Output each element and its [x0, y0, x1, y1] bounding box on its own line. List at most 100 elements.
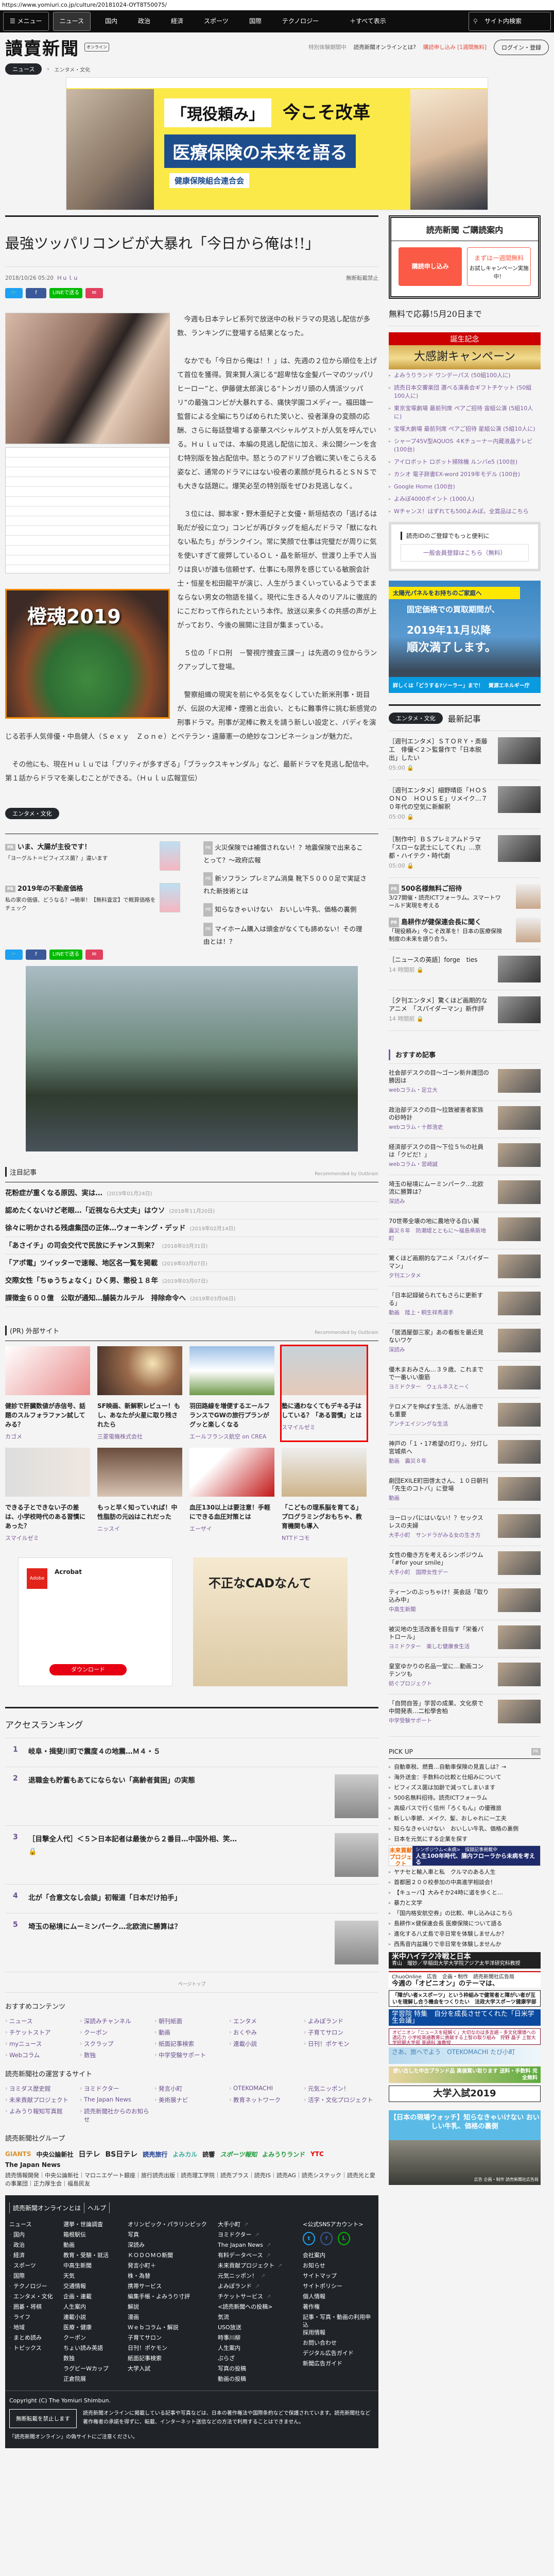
- content-link[interactable]: スクラップ: [80, 2040, 154, 2048]
- footer-link[interactable]: 箱根駅伝: [63, 2231, 128, 2241]
- featured-item[interactable]: 「あさイチ」の司会交代で民放にチャンス到来？ (2018年03月31日): [5, 1237, 378, 1255]
- ranking-item[interactable]: 1 岐阜・揖斐川町で震度４の地震…Ｍ４・５: [5, 1738, 378, 1767]
- prize-link[interactable]: Wチャンス！はずれても500よみぽ。全賞品はこちら: [389, 505, 541, 518]
- footer-link[interactable]: 中高生新聞: [63, 2262, 128, 2272]
- footer-link[interactable]: 教育・受験・就活: [63, 2251, 128, 2262]
- latest-item[interactable]: ［週刊エンタメ］ＳＴＯＲＹ・斎藤工 俳優＜２＞監督作で「日本脱出」したい 05:0…: [389, 731, 541, 780]
- content-link[interactable]: おくやみ: [229, 2028, 304, 2037]
- content-link[interactable]: ニュース: [5, 2017, 80, 2025]
- facebook-share-button[interactable]: f: [26, 288, 46, 298]
- footer-link[interactable]: 発言小町＋: [128, 2262, 218, 2272]
- prize-link[interactable]: Google Home (100台): [389, 481, 541, 493]
- fake-site-warning[interactable]: 「読売新聞オンライン」の偽サイトにご注意ください。: [9, 2432, 374, 2440]
- group-logo[interactable]: GIANTS: [5, 2150, 31, 2158]
- latest-category-pill[interactable]: エンタメ・文化: [389, 713, 443, 724]
- line-icon[interactable]: L: [338, 2232, 350, 2245]
- footer-link[interactable]: 日刊！ポケモン: [128, 2344, 218, 2354]
- footer-link[interactable]: 動画: [63, 2241, 128, 2251]
- footer-link[interactable]: 深読み: [128, 2241, 218, 2251]
- footer-link[interactable]: 未来貢献プロジェクト ↗: [218, 2262, 303, 2272]
- ranking-item[interactable]: 3 ［目撃全人代］＜５＞日本記者は最後から２番目…中国外相、笑… 🔒: [5, 1826, 378, 1885]
- footer-link[interactable]: サイトマップ: [303, 2272, 374, 2282]
- banner-ad[interactable]: さあ、旅へでよう OTEKOMACHI たび小町: [389, 2047, 541, 2064]
- group-logo[interactable]: スポーツ報知: [220, 2150, 257, 2159]
- pickup-link[interactable]: 高級バスで行く信州「ろくもん」の優雅旅: [389, 1803, 541, 1814]
- giants-promo-image[interactable]: 橙魂2019: [5, 589, 170, 719]
- featured-item[interactable]: 徐々に明かされる残虐集団の正体…ウォーキング・デッド (2019年02月14日): [5, 1219, 378, 1237]
- pickup-link[interactable]: 進化する八丈島で非日常を体験しませんか？: [389, 1929, 541, 1939]
- nav-item[interactable]: 国際: [239, 10, 272, 32]
- address-bar[interactable]: https://www.yomiuri.co.jp/culture/201810…: [0, 0, 554, 10]
- site-link[interactable]: ヨミドクター: [80, 2084, 154, 2093]
- pickup-link[interactable]: 暴力と文学: [389, 1898, 541, 1908]
- adobe-ad[interactable]: Adobe Acrobat ダウンロード: [18, 1557, 172, 1686]
- footer-link[interactable]: 医療・健康: [63, 2324, 128, 2334]
- cad-ad[interactable]: 不正なCADなんて: [193, 1557, 348, 1686]
- twitter-icon[interactable]: t: [303, 2232, 315, 2245]
- banner-ad[interactable]: 使い古した中古ブランド品 高値買い取ります 送料・手数料 完全無料: [389, 2066, 541, 2083]
- footer-link[interactable]: 会社案内: [303, 2251, 374, 2262]
- footer-link[interactable]: 新聞広告ガイド: [303, 2360, 374, 2370]
- latest-pr-item[interactable]: PR 500名様無料ご招待 3/27開催・読売ICTフォーラム。スマートワールド実現…: [389, 878, 541, 911]
- footer-link[interactable]: 交通情報: [63, 2282, 128, 2293]
- article-photo[interactable]: [5, 313, 170, 444]
- latest-item[interactable]: ［週刊エンタメ］細野晴臣「ＨＯＳＯＮＯ ＨＯＵＳＥ」リメイク…７０年代の空気に新…: [389, 780, 541, 829]
- nav-item[interactable]: 経済: [161, 10, 194, 32]
- prize-link[interactable]: よみうりランド ワンデーパス (50組100人に): [389, 369, 541, 382]
- pr-item[interactable]: PR いま、大腸が主役です！ 「ヨーグルト＝ビフィズス菌？」違います: [5, 841, 180, 871]
- milk-ad[interactable]: 【日本の現場ウォッチ】知らなきゃいけない おいしい牛乳、価格の裏側 広告 企画・制…: [389, 2110, 541, 2185]
- footer-link[interactable]: トピックス: [9, 2344, 63, 2354]
- nav-item[interactable]: 国内: [95, 10, 128, 32]
- recommend-item[interactable]: 経済部デスクの目～下位５％の社員は「クビだ！」 webコラム・宮崎誠: [389, 1138, 541, 1175]
- email-share-button[interactable]: ✉: [85, 950, 103, 960]
- register-button[interactable]: 一般会員登録はこちら（無料）: [401, 544, 529, 562]
- nav-item[interactable]: 政治: [128, 10, 161, 32]
- latest-item[interactable]: ［ニュースの英語］forge ties 14 時間前 🔒: [389, 950, 541, 990]
- latest-item[interactable]: ［夕刊エンタメ］驚くほど画期的なアニメ 「スパイダーマン」新作評 14 時間前 🔒: [389, 990, 541, 1031]
- content-link[interactable]: 連載小説: [229, 2040, 304, 2048]
- footer-link[interactable]: ラグビーWカップ: [63, 2365, 128, 2375]
- footer-link[interactable]: 大学入試: [128, 2365, 218, 2375]
- pickup-link[interactable]: 知らなきゃいけない おいしい牛乳、価格の裏側: [389, 1824, 541, 1834]
- banner-ad[interactable]: 大学入試2019: [389, 2086, 541, 2102]
- footer-link[interactable]: 著作権: [303, 2303, 374, 2313]
- external-card[interactable]: 「こどもの理系脳を育てる」プログラミングおもちゃ、教育機関も導入 NTTドコモ: [282, 1448, 367, 1542]
- nav-item-news[interactable]: ニュース: [53, 12, 91, 31]
- footer-link[interactable]: クーポン: [63, 2334, 128, 2344]
- article-source[interactable]: Ｈｕｌｕ: [57, 275, 78, 281]
- line-share-button[interactable]: LINEで送る: [49, 950, 82, 960]
- featured-item[interactable]: 交際女性「ちゅうちょなく」ひく男、懲役１８年 (2019年03月07日): [5, 1272, 378, 1290]
- pickup-link[interactable]: 500名無料招待。読売ICTフォーラム: [389, 1793, 541, 1803]
- footer-link[interactable]: エンタメ・文化: [9, 2293, 63, 2303]
- site-logo[interactable]: 讀賣新聞: [5, 35, 79, 60]
- footer-link[interactable]: 元気ニッポン！ ↗: [218, 2272, 303, 2282]
- content-link[interactable]: 深読みチャンネル: [80, 2017, 154, 2025]
- subscribe-link[interactable]: 購読申し込み [1週間無料]: [423, 43, 487, 51]
- pickup-link[interactable]: 日本を元気にする企業を探す: [389, 1834, 541, 1844]
- footer-link[interactable]: ヨミドクター ↗: [218, 2231, 303, 2241]
- no-reprint-button[interactable]: 無断転載を禁止します: [9, 2409, 77, 2428]
- outbrain-credit[interactable]: Recommended by Outbrain: [315, 1330, 378, 1335]
- footer-link[interactable]: 人生案内: [63, 2303, 128, 2313]
- footer-link[interactable]: 時事川柳: [218, 2334, 303, 2344]
- content-link[interactable]: チケットストア: [5, 2028, 80, 2037]
- footer-link[interactable]: 有料データベース ↗: [218, 2251, 303, 2262]
- footer-link[interactable]: 写真: [128, 2231, 218, 2241]
- recommend-item[interactable]: 優木まおみさん…３９歳、これまでで一番いい腹筋 ヨミドクター ウェルネスとーく: [389, 1360, 541, 1397]
- site-link[interactable]: よみうり報知写真館: [5, 2107, 80, 2124]
- banner-ad[interactable]: 学習院 特集 自分を成長させてくれた「日米学生会議」: [389, 2009, 541, 2026]
- banner-ad[interactable]: ChuoOnline 広告 企画・制作 読売新聞社広告局 今週の「オピニオン」のテ…: [389, 1971, 541, 1988]
- pickup-link[interactable]: 西馬音内盆踊りで非日常を体験しませんか: [389, 1939, 541, 1950]
- footer-link[interactable]: お問い合わせ: [303, 2339, 374, 2349]
- footer-link[interactable]: テクノロジー: [9, 2282, 63, 2293]
- ranking-table-image[interactable]: [5, 447, 170, 573]
- group-logo[interactable]: よみカル: [172, 2150, 197, 2159]
- footer-link[interactable]: まとめ読み: [9, 2334, 63, 2344]
- content-link[interactable]: 動画: [154, 2028, 229, 2037]
- facebook-share-button[interactable]: f: [26, 950, 46, 960]
- group-logo[interactable]: The Japan News: [5, 2161, 60, 2168]
- nav-item[interactable]: スポーツ: [194, 10, 239, 32]
- mirai-banner[interactable]: 未来貢献プロジェクト シンポジウム<未病> 採録記事掲載中 人生100年時代、腸内フ…: [389, 1845, 541, 1867]
- featured-item[interactable]: 認めたくないけど老眼…「近視なら大丈夫」はウソ (2018年11月20日): [5, 1202, 378, 1219]
- footer-link[interactable]: 個人情報: [303, 2293, 374, 2303]
